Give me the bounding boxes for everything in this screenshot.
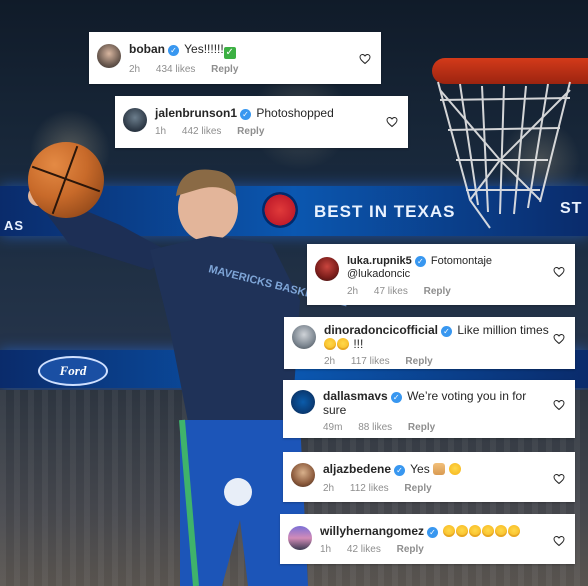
- verified-badge-icon: ✓: [427, 527, 439, 538]
- comment-meta: 1h 442 likes Reply: [155, 126, 277, 137]
- comment-card: willyhernangomez ✓ 1h 42 likes Reply: [280, 514, 575, 564]
- check-mark-emoji-icon: ✓: [223, 47, 236, 59]
- reply-button[interactable]: Reply: [424, 286, 451, 297]
- comment-time: 2h: [323, 483, 335, 494]
- comment-text: Like million times: [457, 323, 549, 337]
- avatar[interactable]: [288, 526, 312, 550]
- comment-text-continued: !!!: [353, 337, 364, 351]
- reply-button[interactable]: Reply: [408, 422, 435, 433]
- verified-badge-icon: ✓: [414, 256, 426, 267]
- avatar[interactable]: [97, 44, 121, 68]
- heart-outline-icon[interactable]: [553, 473, 565, 485]
- like-count[interactable]: 112 likes: [350, 483, 389, 494]
- avatar[interactable]: [291, 463, 315, 487]
- username[interactable]: willyhernangomez: [320, 524, 424, 538]
- face-with-tears-of-joy-icon: [469, 525, 482, 537]
- like-count[interactable]: 88 likes: [358, 422, 392, 433]
- comment-meta: 2h 117 likes Reply: [324, 356, 446, 367]
- username[interactable]: dinoradoncicofficial: [324, 323, 438, 337]
- comment-card: dinoradoncicofficial ✓ Like million times…: [284, 317, 575, 369]
- like-count[interactable]: 434 likes: [156, 64, 195, 75]
- face-with-tears-of-joy-icon: [482, 525, 495, 537]
- comment-meta: 2h 112 likes Reply: [323, 483, 445, 494]
- verified-badge-icon: ✓: [240, 109, 252, 120]
- avatar[interactable]: [291, 390, 315, 414]
- comment-card: dallasmavs ✓ We’re voting you in for sure…: [283, 380, 575, 438]
- comment-card: boban ✓ Yes!!!!!! ✓ 2h 434 likes Reply: [89, 32, 381, 84]
- comment-text: Photoshopped: [256, 106, 334, 120]
- verified-badge-icon: ✓: [168, 45, 179, 56]
- folded-hands-icon: [433, 463, 446, 475]
- username[interactable]: dallasmavs: [323, 389, 388, 403]
- reply-button[interactable]: Reply: [404, 483, 431, 494]
- basketball: [28, 142, 104, 218]
- comment-meta: 2h 434 likes Reply: [129, 64, 251, 75]
- reply-button[interactable]: Reply: [405, 356, 432, 367]
- comment-meta: 49m 88 likes Reply: [323, 422, 448, 433]
- verified-badge-icon: ✓: [394, 465, 406, 476]
- avatar[interactable]: [315, 257, 339, 281]
- comment-card: luka.rupnik5 ✓ Fotomontaje @lukadoncic 2h…: [307, 244, 575, 305]
- heart-outline-icon[interactable]: [553, 399, 565, 411]
- comment-card: jalenbrunson1 ✓ Photoshopped 1h 442 likes…: [115, 96, 408, 148]
- heart-outline-icon[interactable]: [386, 116, 398, 128]
- comment-meta: 2h 47 likes Reply: [347, 286, 464, 297]
- like-count[interactable]: 117 likes: [351, 356, 390, 367]
- face-with-tears-of-joy-icon: [456, 525, 469, 537]
- comment-time: 49m: [323, 422, 343, 433]
- username[interactable]: aljazbedene: [323, 462, 391, 476]
- comment-time: 2h: [324, 356, 336, 367]
- comment-meta: 1h 42 likes Reply: [320, 544, 437, 555]
- like-count[interactable]: 442 likes: [182, 126, 221, 137]
- username[interactable]: boban: [129, 42, 165, 56]
- heart-outline-icon[interactable]: [359, 53, 371, 65]
- like-count[interactable]: 42 likes: [347, 544, 381, 555]
- comment-time: 2h: [129, 64, 141, 75]
- reply-button[interactable]: Reply: [211, 64, 238, 75]
- comment-text: Yes: [410, 462, 430, 476]
- comment-card: aljazbedene ✓ Yes 2h 112 likes Reply: [283, 452, 575, 502]
- verified-badge-icon: ✓: [390, 392, 402, 403]
- heart-outline-icon[interactable]: [553, 333, 565, 345]
- face-with-tears-of-joy-icon: [443, 525, 456, 537]
- face-with-tears-of-joy-icon: [495, 525, 508, 537]
- username[interactable]: luka.rupnik5: [347, 255, 412, 267]
- comment-time: 1h: [320, 544, 332, 555]
- like-count[interactable]: 47 likes: [374, 286, 408, 297]
- avatar[interactable]: [292, 325, 316, 349]
- avatar[interactable]: [123, 108, 147, 132]
- reply-button[interactable]: Reply: [397, 544, 424, 555]
- grinning-face-icon: [449, 463, 462, 475]
- face-with-tears-of-joy-icon: [324, 338, 336, 350]
- face-with-tears-of-joy-icon: [508, 525, 521, 537]
- heart-outline-icon[interactable]: [553, 266, 565, 278]
- comment-time: 1h: [155, 126, 167, 137]
- comment-time: 2h: [347, 286, 359, 297]
- verified-badge-icon: ✓: [441, 326, 453, 337]
- comment-text: Yes!!!!!!: [184, 42, 224, 56]
- heart-outline-icon[interactable]: [553, 535, 565, 547]
- username[interactable]: jalenbrunson1: [155, 106, 237, 120]
- reply-button[interactable]: Reply: [237, 126, 264, 137]
- face-with-tears-of-joy-icon: [337, 338, 349, 350]
